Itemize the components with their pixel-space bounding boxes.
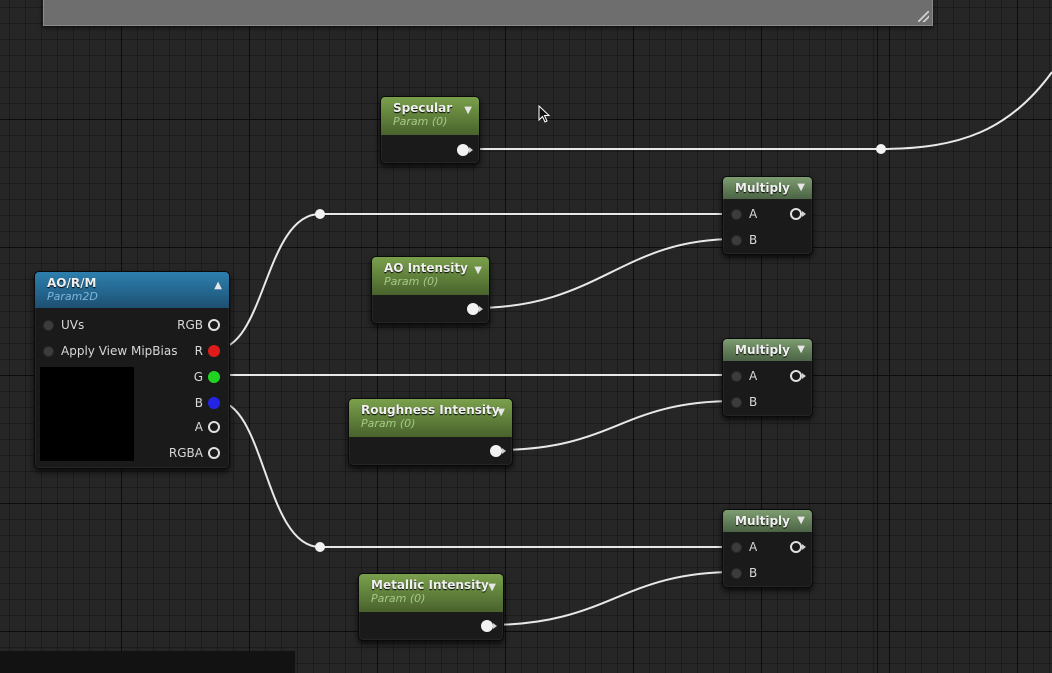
pin-arrow-icon [479,306,483,312]
chevron-down-icon[interactable]: ▼ [474,265,482,276]
chevron-down-icon[interactable]: ▼ [797,182,805,193]
reroute-knot[interactable] [876,144,886,154]
chevron-down-icon[interactable]: ▼ [464,105,472,116]
chevron-down-icon[interactable]: ▼ [797,515,805,526]
pin-label: RGB [177,318,203,332]
pin-arrow-icon [502,448,506,454]
pin-arrow-icon [802,544,806,550]
pin-label: A [749,207,758,221]
wire-metallic-to-multiply3-b[interactable] [487,571,736,626]
pin-label: Apply View MipBias [61,344,178,358]
wire-specular-to-output[interactable] [465,71,1052,150]
pin-label: RGBA [168,446,203,460]
pin-label: B [194,396,203,410]
node-title: Specular [393,101,453,115]
pin-label: B [749,233,758,247]
multiply-node-2[interactable]: Multiply ▼ A B [722,338,813,417]
chevron-down-icon[interactable]: ▼ [497,407,505,418]
pin-label: B [749,566,758,580]
output-pin[interactable] [790,370,802,382]
output-pin-rgb[interactable] [208,319,220,331]
node-title: Multiply [735,181,790,195]
input-pin-uvs[interactable] [43,320,54,331]
texture-preview [40,367,134,461]
metallic-intensity-node[interactable]: Metallic Intensity Param (0) ▼ [358,573,504,641]
node-title: Roughness Intensity [361,403,500,417]
output-pin-g[interactable] [208,371,220,383]
pin-label: B [749,395,758,409]
wire-roughness-to-multiply2-b[interactable] [496,400,736,451]
input-pin-a[interactable] [731,371,742,382]
node-subtitle: Param (0) [384,275,439,288]
output-pin[interactable] [790,541,802,553]
node-subtitle: Param (0) [361,417,416,430]
node-subtitle: Param (0) [393,115,448,128]
output-pin-r[interactable] [208,345,220,357]
output-pin[interactable] [467,303,479,315]
node-title: Multiply [735,343,790,357]
reroute-knot[interactable] [315,209,325,219]
pin-label: G [193,370,203,384]
node-title: AO Intensity [384,261,468,275]
material-graph-canvas[interactable]: Specular Param (0) ▼ AO Intensity Param … [0,0,1052,673]
output-pin-rgba[interactable] [208,447,220,459]
multiply-node-1[interactable]: Multiply ▼ A B [722,176,813,255]
ao-intensity-node[interactable]: AO Intensity Param (0) ▼ [371,256,490,324]
input-pin-b[interactable] [731,235,742,246]
input-pin-apply-view-mipbias[interactable] [43,346,54,357]
input-pin-b[interactable] [731,397,742,408]
node-subtitle: Param (0) [371,592,426,605]
pin-label: UVs [61,318,85,332]
node-title: Multiply [735,514,790,528]
node-subtitle: Param2D [47,290,98,303]
pin-label: R [194,344,203,358]
pin-label: A [749,540,758,554]
roughness-intensity-node[interactable]: Roughness Intensity Param (0) ▼ [348,398,513,466]
pin-label: A [749,369,758,383]
output-pin[interactable] [490,445,502,457]
input-pin-b[interactable] [731,568,742,579]
chevron-down-icon[interactable]: ▼ [488,582,496,593]
wire-ao-intensity-to-multiply1-b[interactable] [473,238,736,309]
output-pin-a[interactable] [208,421,220,433]
output-pin-b[interactable] [208,397,220,409]
texture-sample-node[interactable]: AO/R/M Param2D ▲ UVs Apply View MipBias … [34,271,230,469]
pin-label: A [194,420,203,434]
node-title: AO/R/M [47,276,97,290]
multiply-node-3[interactable]: Multiply ▼ A B [722,509,813,588]
chevron-down-icon[interactable]: ▼ [797,344,805,355]
pin-arrow-icon [802,373,806,379]
bottom-panel [0,651,295,673]
chevron-up-icon[interactable]: ▲ [214,280,222,291]
mouse-pointer-icon [538,105,551,123]
pin-arrow-icon [469,147,473,153]
output-pin[interactable] [457,144,469,156]
output-pin[interactable] [790,208,802,220]
input-pin-a[interactable] [731,209,742,220]
specular-node[interactable]: Specular Param (0) ▼ [380,96,480,164]
pin-arrow-icon [493,623,497,629]
pin-arrow-icon [802,211,806,217]
reroute-knot[interactable] [315,542,325,552]
input-pin-a[interactable] [731,542,742,553]
output-pin[interactable] [481,620,493,632]
node-title: Metallic Intensity [371,578,489,592]
